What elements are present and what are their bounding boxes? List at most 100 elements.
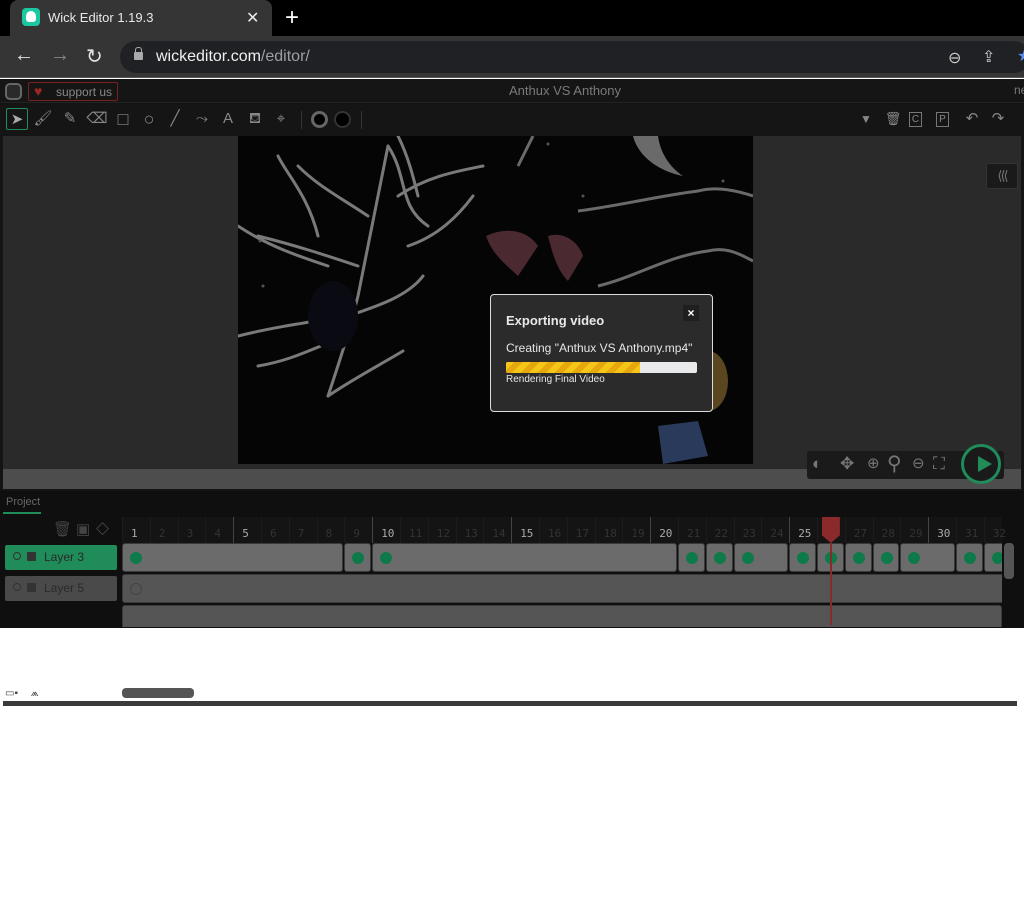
frame-number-11[interactable]: 11: [409, 527, 422, 540]
layer-visibility-icon[interactable]: [13, 552, 21, 560]
pan-icon[interactable]: ✥: [840, 454, 854, 474]
timeline-vertical-scrollbar[interactable]: [1004, 543, 1014, 579]
redo-icon[interactable]: ↷: [987, 108, 1009, 130]
play-button[interactable]: [961, 444, 1001, 484]
audio-waveform-icon[interactable]: ⩕: [31, 688, 39, 699]
stroke-color-swatch[interactable]: [334, 111, 351, 128]
frames-area[interactable]: [122, 543, 1002, 627]
zoom-in-icon[interactable]: ⊕: [867, 454, 880, 472]
frame-number-5[interactable]: 5: [242, 527, 249, 540]
frame-layer3-23[interactable]: [733, 543, 789, 572]
frame-number-13[interactable]: 13: [465, 527, 478, 540]
layer-lock-icon[interactable]: [27, 552, 36, 561]
frame-layer5-1[interactable]: [122, 574, 1002, 603]
frame-number-16[interactable]: 16: [548, 527, 561, 540]
frame-number-24[interactable]: 24: [770, 527, 783, 540]
frame-number-22[interactable]: 22: [715, 527, 728, 540]
frame-number-15[interactable]: 15: [520, 527, 533, 540]
frame-number-4[interactable]: 4: [214, 527, 221, 540]
frame-layer3-29[interactable]: [900, 543, 955, 572]
undo-icon[interactable]: ↶: [961, 108, 983, 130]
frame-number-30[interactable]: 30: [937, 527, 950, 540]
frame-number-17[interactable]: 17: [576, 527, 589, 540]
frame-number-29[interactable]: 29: [909, 527, 922, 540]
tab-close-icon[interactable]: ✕: [246, 8, 259, 28]
eyedropper-tool-button[interactable]: ⌖: [270, 108, 292, 130]
frame-number-23[interactable]: 23: [743, 527, 756, 540]
line-tool-button[interactable]: ╱: [164, 108, 186, 130]
frame-number-27[interactable]: 27: [854, 527, 867, 540]
text-tool-button[interactable]: A: [217, 108, 239, 130]
frame-layer3-32[interactable]: [983, 543, 1002, 572]
forward-button[interactable]: →: [50, 44, 70, 67]
layer-row-layer-5[interactable]: Layer 5: [5, 576, 117, 601]
back-button[interactable]: ←: [14, 44, 34, 67]
frame-number-31[interactable]: 31: [965, 527, 978, 540]
frame-number-7[interactable]: 7: [298, 527, 305, 540]
frame-number-19[interactable]: 19: [631, 527, 644, 540]
browser-tab[interactable]: Wick Editor 1.19.3 ✕: [10, 0, 272, 36]
fill-color-swatch[interactable]: [311, 111, 328, 128]
fill-bucket-tool-button[interactable]: ⛾: [244, 108, 266, 130]
delete-layer-icon[interactable]: 🗑: [53, 520, 72, 538]
ellipse-tool-button[interactable]: ○: [138, 108, 160, 130]
menu-right-text[interactable]: ne: [1014, 83, 1024, 97]
delete-icon[interactable]: 🗑: [882, 108, 904, 130]
frame-number-8[interactable]: 8: [326, 527, 333, 540]
frame-layer3-1[interactable]: [122, 543, 344, 572]
close-icon[interactable]: ×: [683, 305, 699, 321]
timeline-horizontal-scrollbar[interactable]: [122, 688, 194, 698]
onion-skin-icon[interactable]: ◐: [812, 454, 822, 474]
eraser-tool-button[interactable]: ⌫: [86, 108, 108, 130]
frame-number-10[interactable]: 10: [381, 527, 394, 540]
frame-layer3-28[interactable]: [872, 543, 900, 572]
frame-number-12[interactable]: 12: [437, 527, 450, 540]
frame-layer3-9[interactable]: [344, 543, 372, 572]
frame-layer3-31[interactable]: [956, 543, 983, 572]
tab-project[interactable]: Project: [3, 496, 41, 514]
zoom-icon[interactable]: ⊖: [948, 48, 961, 68]
reload-button[interactable]: ↻: [86, 44, 103, 69]
frame-number-28[interactable]: 28: [882, 527, 895, 540]
frame-number-6[interactable]: 6: [270, 527, 277, 540]
rectangle-tool-button[interactable]: □: [112, 108, 134, 130]
frame-layer3-27[interactable]: [844, 543, 872, 572]
address-bar[interactable]: wickeditor.com/editor/ ⊖ ⇪ ★: [120, 41, 1024, 73]
path-cursor-tool-button[interactable]: ⤳: [191, 108, 213, 130]
frame-layer3-22[interactable]: [705, 543, 733, 572]
frame-number-9[interactable]: 9: [353, 527, 360, 540]
add-layer-icon[interactable]: ▣: [76, 520, 90, 538]
frame-number-2[interactable]: 2: [159, 527, 166, 540]
frame-layer3-21[interactable]: [678, 543, 705, 572]
frame-layer3-10[interactable]: [372, 543, 677, 572]
dropdown-icon[interactable]: ▼: [855, 108, 877, 130]
project-title[interactable]: Anthux VS Anthony: [0, 83, 1024, 98]
pencil-tool-button[interactable]: ✎: [59, 108, 81, 130]
frame-number-18[interactable]: 18: [604, 527, 617, 540]
brush-tool-button[interactable]: 🖌: [32, 108, 54, 130]
layer-row-layer-3[interactable]: Layer 3: [5, 545, 117, 570]
frame-layer3-25[interactable]: [789, 543, 816, 572]
frame-number-14[interactable]: 14: [492, 527, 505, 540]
zoom-icon[interactable]: ⚲: [887, 451, 902, 476]
add-tween-icon[interactable]: ◇: [96, 518, 109, 538]
frame-number-20[interactable]: 20: [659, 527, 672, 540]
frame-size-icon[interactable]: ▭▪: [5, 688, 18, 699]
new-tab-button[interactable]: +: [285, 4, 299, 32]
frame-number-32[interactable]: 32: [993, 527, 1006, 540]
layer-visibility-icon[interactable]: [13, 583, 21, 591]
copy-icon[interactable]: C: [909, 112, 922, 127]
zoom-out-icon[interactable]: ⊖: [912, 454, 925, 472]
frame-number-3[interactable]: 3: [187, 527, 194, 540]
frame-number-1[interactable]: 1: [131, 527, 138, 540]
paste-icon[interactable]: P: [936, 112, 949, 127]
frame-number-25[interactable]: 25: [798, 527, 811, 540]
frame-row-partial[interactable]: [122, 605, 1002, 627]
frame-number-21[interactable]: 21: [687, 527, 700, 540]
layer-lock-icon[interactable]: [27, 583, 36, 592]
bookmark-star-icon[interactable]: ★: [1017, 46, 1024, 66]
inspector-toggle-button[interactable]: ⟨⟨⟨: [986, 163, 1018, 189]
share-icon[interactable]: ⇪: [982, 47, 995, 67]
cursor-tool-button[interactable]: ➤: [6, 108, 28, 130]
fit-screen-icon[interactable]: ⛶: [933, 454, 945, 474]
